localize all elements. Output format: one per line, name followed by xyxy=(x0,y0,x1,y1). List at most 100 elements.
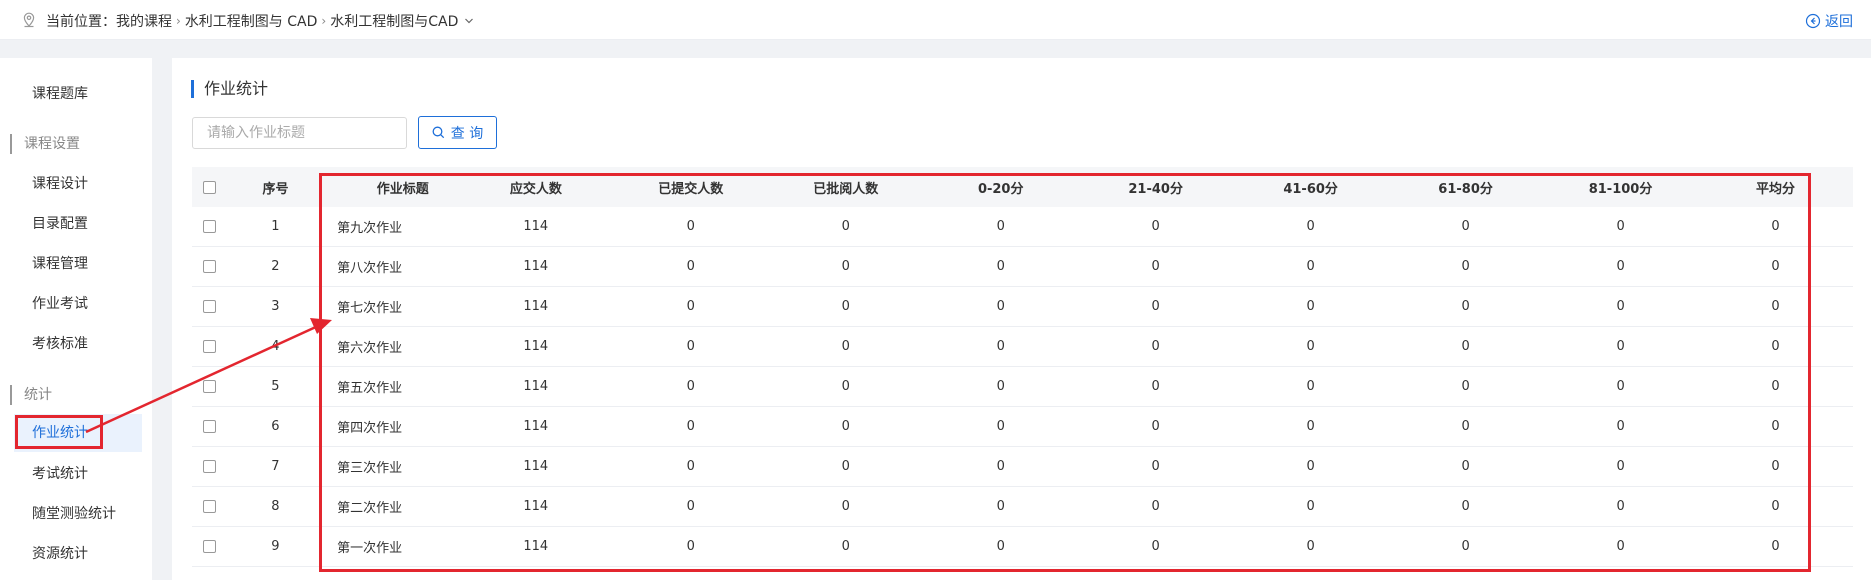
cell-average: 0 xyxy=(1771,419,1780,434)
cell-submitted: 0 xyxy=(686,299,695,314)
row-checkbox[interactable] xyxy=(203,500,217,513)
cell-score-61-80: 0 xyxy=(1461,299,1470,314)
table-row: 2 第八次作业 114 0 0 0 0 0 0 0 0 xyxy=(192,247,1853,287)
sidebar-item-exam-statistics[interactable]: 考试统计 xyxy=(14,455,142,493)
sidebar-item-quiz-statistics[interactable]: 随堂测验统计 xyxy=(14,495,142,533)
sidebar-item-homework-exams[interactable]: 作业考试 xyxy=(14,285,142,323)
cell-average: 0 xyxy=(1771,379,1780,394)
cell-graded: 0 xyxy=(841,299,850,314)
cell-index: 6 xyxy=(271,419,280,434)
top-bar: 当前位置： 我的课程 › 水利工程制图与 CAD › 水利工程制图与CAD 返回 xyxy=(0,0,1871,40)
cell-required: 114 xyxy=(523,539,549,554)
select-all-checkbox-cell xyxy=(192,180,228,194)
cell-score-61-80: 0 xyxy=(1461,499,1470,514)
row-checkbox-cell xyxy=(192,500,228,513)
cell-score-41-60: 0 xyxy=(1306,499,1315,514)
cell-index: 5 xyxy=(271,379,280,394)
cell-submitted: 0 xyxy=(686,499,695,514)
row-checkbox[interactable] xyxy=(203,340,217,353)
table-row: 9 第一次作业 114 0 0 0 0 0 0 0 0 xyxy=(192,527,1853,567)
row-checkbox-cell xyxy=(192,260,228,273)
cell-required: 114 xyxy=(523,379,549,394)
cell-score-0-20: 0 xyxy=(996,299,1005,314)
cell-required: 114 xyxy=(523,259,549,274)
breadcrumb-item-my-courses[interactable]: 我的课程 xyxy=(116,11,172,31)
cell-score-61-80: 0 xyxy=(1461,379,1470,394)
cell-submitted: 0 xyxy=(686,339,695,354)
cell-title: 第七次作业 xyxy=(337,301,403,316)
cell-title: 第六次作业 xyxy=(337,341,403,356)
search-icon xyxy=(432,126,444,139)
cell-average: 0 xyxy=(1771,259,1780,274)
sidebar-item-catalog-config[interactable]: 目录配置 xyxy=(14,205,142,243)
breadcrumb-label: 当前位置： xyxy=(46,14,116,30)
cell-score-41-60: 0 xyxy=(1306,299,1315,314)
row-checkbox[interactable] xyxy=(203,380,217,393)
table-row: 1 第九次作业 114 0 0 0 0 0 0 0 0 xyxy=(192,207,1853,247)
cell-score-21-40: 0 xyxy=(1151,219,1160,234)
circle-arrow-left-icon xyxy=(1805,13,1821,29)
cell-score-61-80: 0 xyxy=(1461,459,1470,474)
cell-score-0-20: 0 xyxy=(996,419,1005,434)
cell-score-81-100: 0 xyxy=(1616,259,1625,274)
cell-score-41-60: 0 xyxy=(1306,259,1315,274)
breadcrumb-item-course-select[interactable]: 水利工程制图与CAD xyxy=(330,11,458,31)
row-checkbox[interactable] xyxy=(203,540,217,553)
breadcrumb-item-course[interactable]: 水利工程制图与 CAD xyxy=(185,11,318,31)
back-label: 返回 xyxy=(1825,14,1853,30)
cell-score-81-100: 0 xyxy=(1616,499,1625,514)
header-0-20: 0-20分 xyxy=(977,181,1024,197)
cell-score-61-80: 0 xyxy=(1461,339,1470,354)
query-button[interactable]: 查 询 xyxy=(418,116,497,149)
row-checkbox[interactable] xyxy=(203,420,217,433)
select-all-checkbox[interactable] xyxy=(203,180,217,194)
row-checkbox-cell xyxy=(192,420,228,433)
sidebar-item-assessment-criteria[interactable]: 考核标准 xyxy=(14,325,142,363)
back-button[interactable]: 返回 xyxy=(1805,11,1853,31)
row-checkbox[interactable] xyxy=(203,220,217,233)
cell-graded: 0 xyxy=(841,339,850,354)
cell-graded: 0 xyxy=(841,379,850,394)
row-checkbox[interactable] xyxy=(203,260,217,273)
sidebar-item-question-bank[interactable]: 课程题库 xyxy=(14,75,142,113)
row-checkbox[interactable] xyxy=(203,460,217,473)
cell-graded: 0 xyxy=(841,419,850,434)
cell-graded: 0 xyxy=(841,459,850,474)
chevron-down-icon[interactable] xyxy=(464,16,474,26)
cell-score-81-100: 0 xyxy=(1616,459,1625,474)
table-header: 序号 作业标题 应交人数 已提交人数 已批阅人数 0-20分 21-40分 41… xyxy=(192,167,1853,207)
cell-score-81-100: 0 xyxy=(1616,299,1625,314)
cell-score-41-60: 0 xyxy=(1306,219,1315,234)
sidebar-item-resource-statistics[interactable]: 资源统计 xyxy=(14,535,142,573)
cell-required: 114 xyxy=(523,419,549,434)
cell-title: 第一次作业 xyxy=(337,541,403,556)
search-input[interactable] xyxy=(192,117,407,149)
row-checkbox[interactable] xyxy=(203,300,217,313)
sidebar-item-course-design[interactable]: 课程设计 xyxy=(14,165,142,203)
table-row: 5 第五次作业 114 0 0 0 0 0 0 0 0 xyxy=(192,367,1853,407)
cell-graded: 0 xyxy=(841,219,850,234)
cell-title: 第四次作业 xyxy=(337,421,403,436)
table-row: 4 第六次作业 114 0 0 0 0 0 0 0 0 xyxy=(192,327,1853,367)
cell-index: 7 xyxy=(271,459,280,474)
cell-title: 第九次作业 xyxy=(337,221,403,236)
cell-score-21-40: 0 xyxy=(1151,379,1160,394)
cell-required: 114 xyxy=(523,299,549,314)
table-row: 7 第三次作业 114 0 0 0 0 0 0 0 0 xyxy=(192,447,1853,487)
cell-score-0-20: 0 xyxy=(996,499,1005,514)
table-row: 6 第四次作业 114 0 0 0 0 0 0 0 0 xyxy=(192,407,1853,447)
breadcrumb-separator-icon: › xyxy=(176,14,181,28)
cell-index: 4 xyxy=(271,339,280,354)
cell-score-41-60: 0 xyxy=(1306,379,1315,394)
cell-average: 0 xyxy=(1771,339,1780,354)
cell-title: 第二次作业 xyxy=(337,501,403,516)
sidebar-item-course-management[interactable]: 课程管理 xyxy=(14,245,142,283)
sidebar-group-statistics: 统计 xyxy=(10,385,52,405)
header-required: 应交人数 xyxy=(509,181,562,197)
row-checkbox-cell xyxy=(192,540,228,553)
cell-average: 0 xyxy=(1771,539,1780,554)
cell-score-21-40: 0 xyxy=(1151,339,1160,354)
location-pin-icon xyxy=(23,12,35,28)
annotation-highlight-box xyxy=(15,415,103,449)
header-21-40: 21-40分 xyxy=(1128,181,1183,197)
